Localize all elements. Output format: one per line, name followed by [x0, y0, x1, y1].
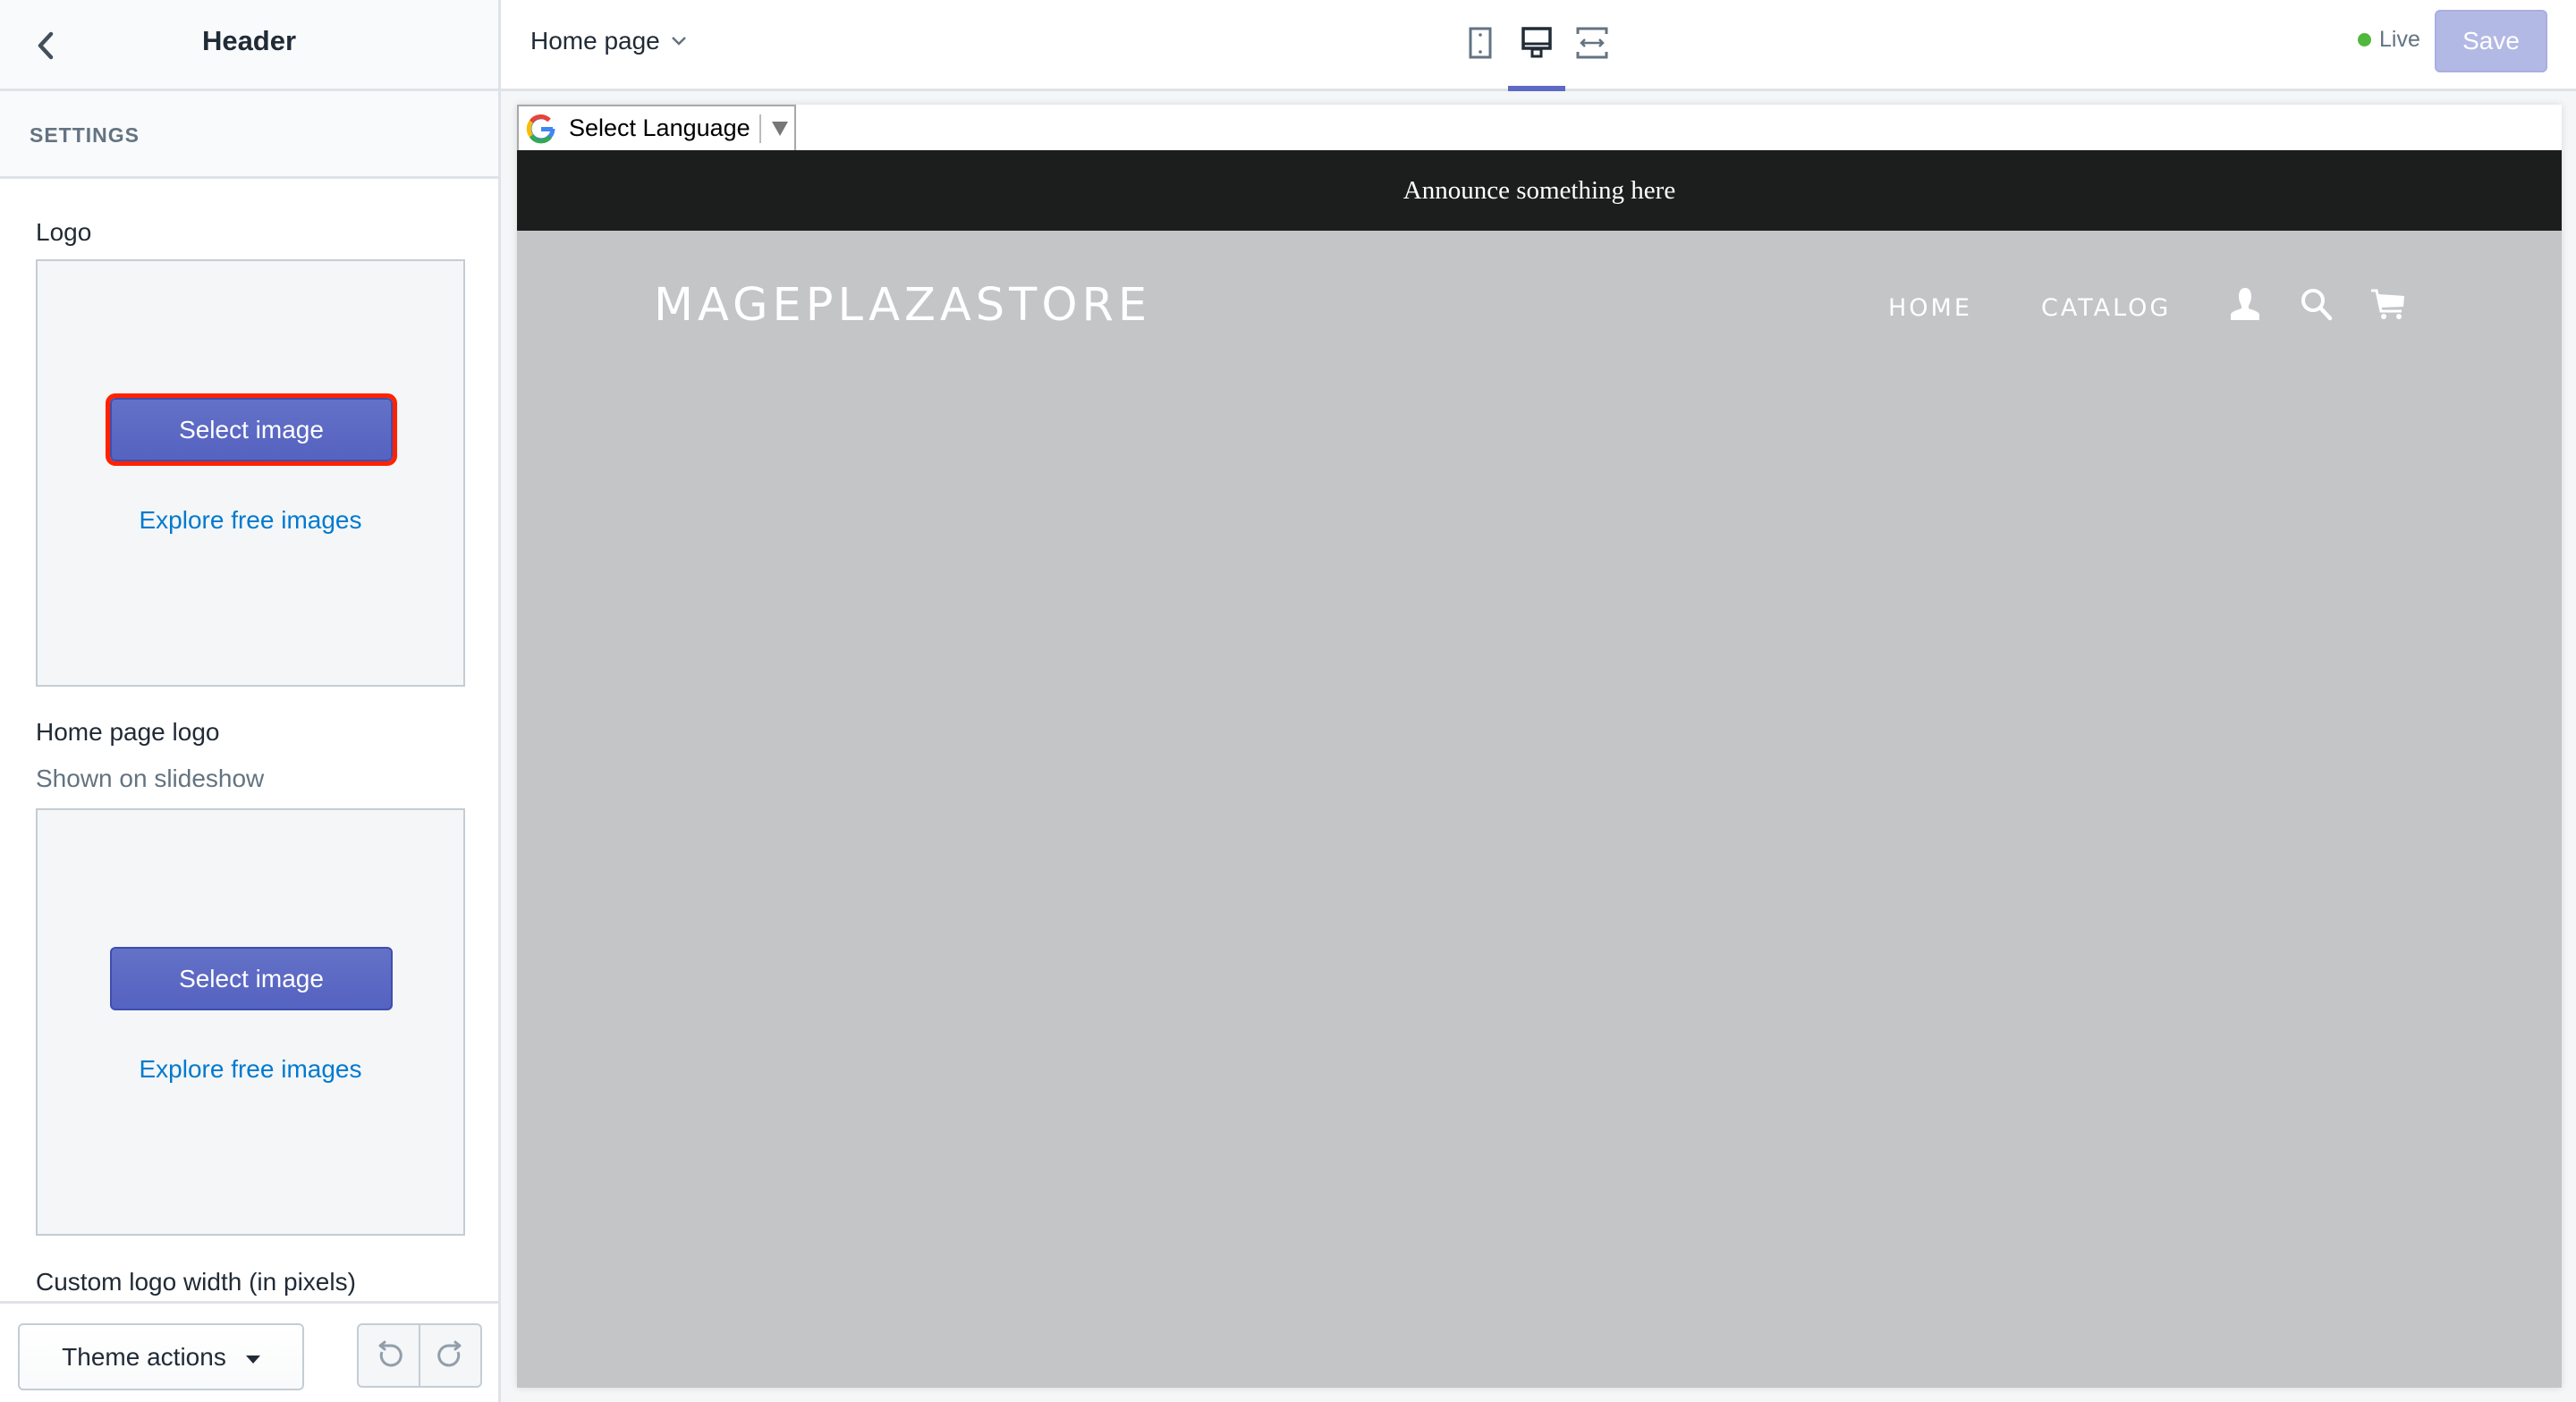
home-page-logo-explore-free-images-link[interactable]: Explore free images — [38, 1055, 463, 1084]
undo-button[interactable] — [359, 1325, 420, 1386]
account-button[interactable] — [2224, 283, 2266, 325]
settings-section-header: SETTINGS — [0, 91, 498, 179]
redo-button[interactable] — [420, 1325, 480, 1386]
store-preview: Select Language Announce something here … — [517, 105, 2562, 1388]
live-status: Live — [2358, 27, 2420, 53]
live-status-dot — [2358, 33, 2371, 46]
theme-actions-button[interactable]: Theme actions — [18, 1323, 304, 1390]
redo-icon — [436, 1340, 461, 1367]
cart-button[interactable] — [2368, 283, 2409, 325]
desktop-icon — [1521, 27, 1552, 58]
dropdown-arrow-icon — [771, 121, 788, 136]
account-icon — [2231, 288, 2259, 320]
save-button[interactable]: Save — [2435, 10, 2547, 72]
caret-down-icon — [245, 1356, 260, 1364]
announcement-bar[interactable]: Announce something here — [517, 150, 2562, 231]
logo-label: Logo — [36, 218, 92, 246]
cart-icon — [2371, 289, 2404, 319]
undo-icon — [378, 1340, 402, 1367]
home-page-logo-label: Home page logo — [36, 718, 220, 746]
home-page-logo-help-text: Shown on slideshow — [36, 764, 265, 792]
search-button[interactable] — [2296, 283, 2337, 325]
full-width-view-button[interactable] — [1572, 23, 1612, 63]
language-selector-divider — [758, 114, 761, 143]
logo-explore-free-images-link[interactable]: Explore free images — [38, 506, 463, 535]
full-width-icon — [1576, 27, 1608, 59]
google-logo-icon — [526, 114, 555, 143]
logo-image-picker: Select image Explore free images — [36, 259, 465, 687]
live-status-label: Live — [2379, 27, 2420, 52]
mobile-icon — [1469, 27, 1492, 59]
page-selector[interactable]: Home page — [530, 23, 687, 59]
sidebar: Header SETTINGS Logo Select image Explor… — [0, 0, 501, 1402]
sidebar-header: Header — [0, 0, 498, 91]
settings-heading: SETTINGS — [30, 123, 140, 147]
nav-catalog[interactable]: CATALOG — [2041, 294, 2171, 322]
nav-home[interactable]: HOME — [1888, 294, 1972, 322]
active-device-indicator — [1508, 86, 1565, 91]
store-logo[interactable]: MAGEPLAZASTORE — [654, 279, 1151, 332]
theme-actions-label: Theme actions — [62, 1342, 226, 1371]
sidebar-footer: Theme actions — [0, 1301, 498, 1402]
page-selector-label: Home page — [530, 27, 660, 55]
home-page-logo-select-image-button[interactable]: Select image — [110, 947, 393, 1010]
home-page-logo-image-picker: Select image Explore free images — [36, 808, 465, 1236]
logo-select-image-button[interactable]: Select image — [106, 393, 397, 466]
sidebar-title: Header — [201, 25, 297, 56]
language-selector[interactable]: Select Language — [517, 105, 796, 150]
chevron-down-icon — [671, 37, 686, 46]
mobile-view-button[interactable] — [1461, 23, 1500, 63]
top-bar: Home page Live Save — [501, 0, 2576, 91]
language-strip: Select Language — [517, 105, 2562, 150]
language-selector-label: Select Language — [569, 114, 750, 141]
custom-logo-width-label: Custom logo width (in pixels) — [36, 1268, 356, 1296]
undo-redo-group — [357, 1323, 482, 1388]
announcement-text: Announce something here — [1402, 175, 1676, 205]
search-icon — [2301, 289, 2333, 321]
desktop-view-button[interactable] — [1517, 23, 1556, 63]
